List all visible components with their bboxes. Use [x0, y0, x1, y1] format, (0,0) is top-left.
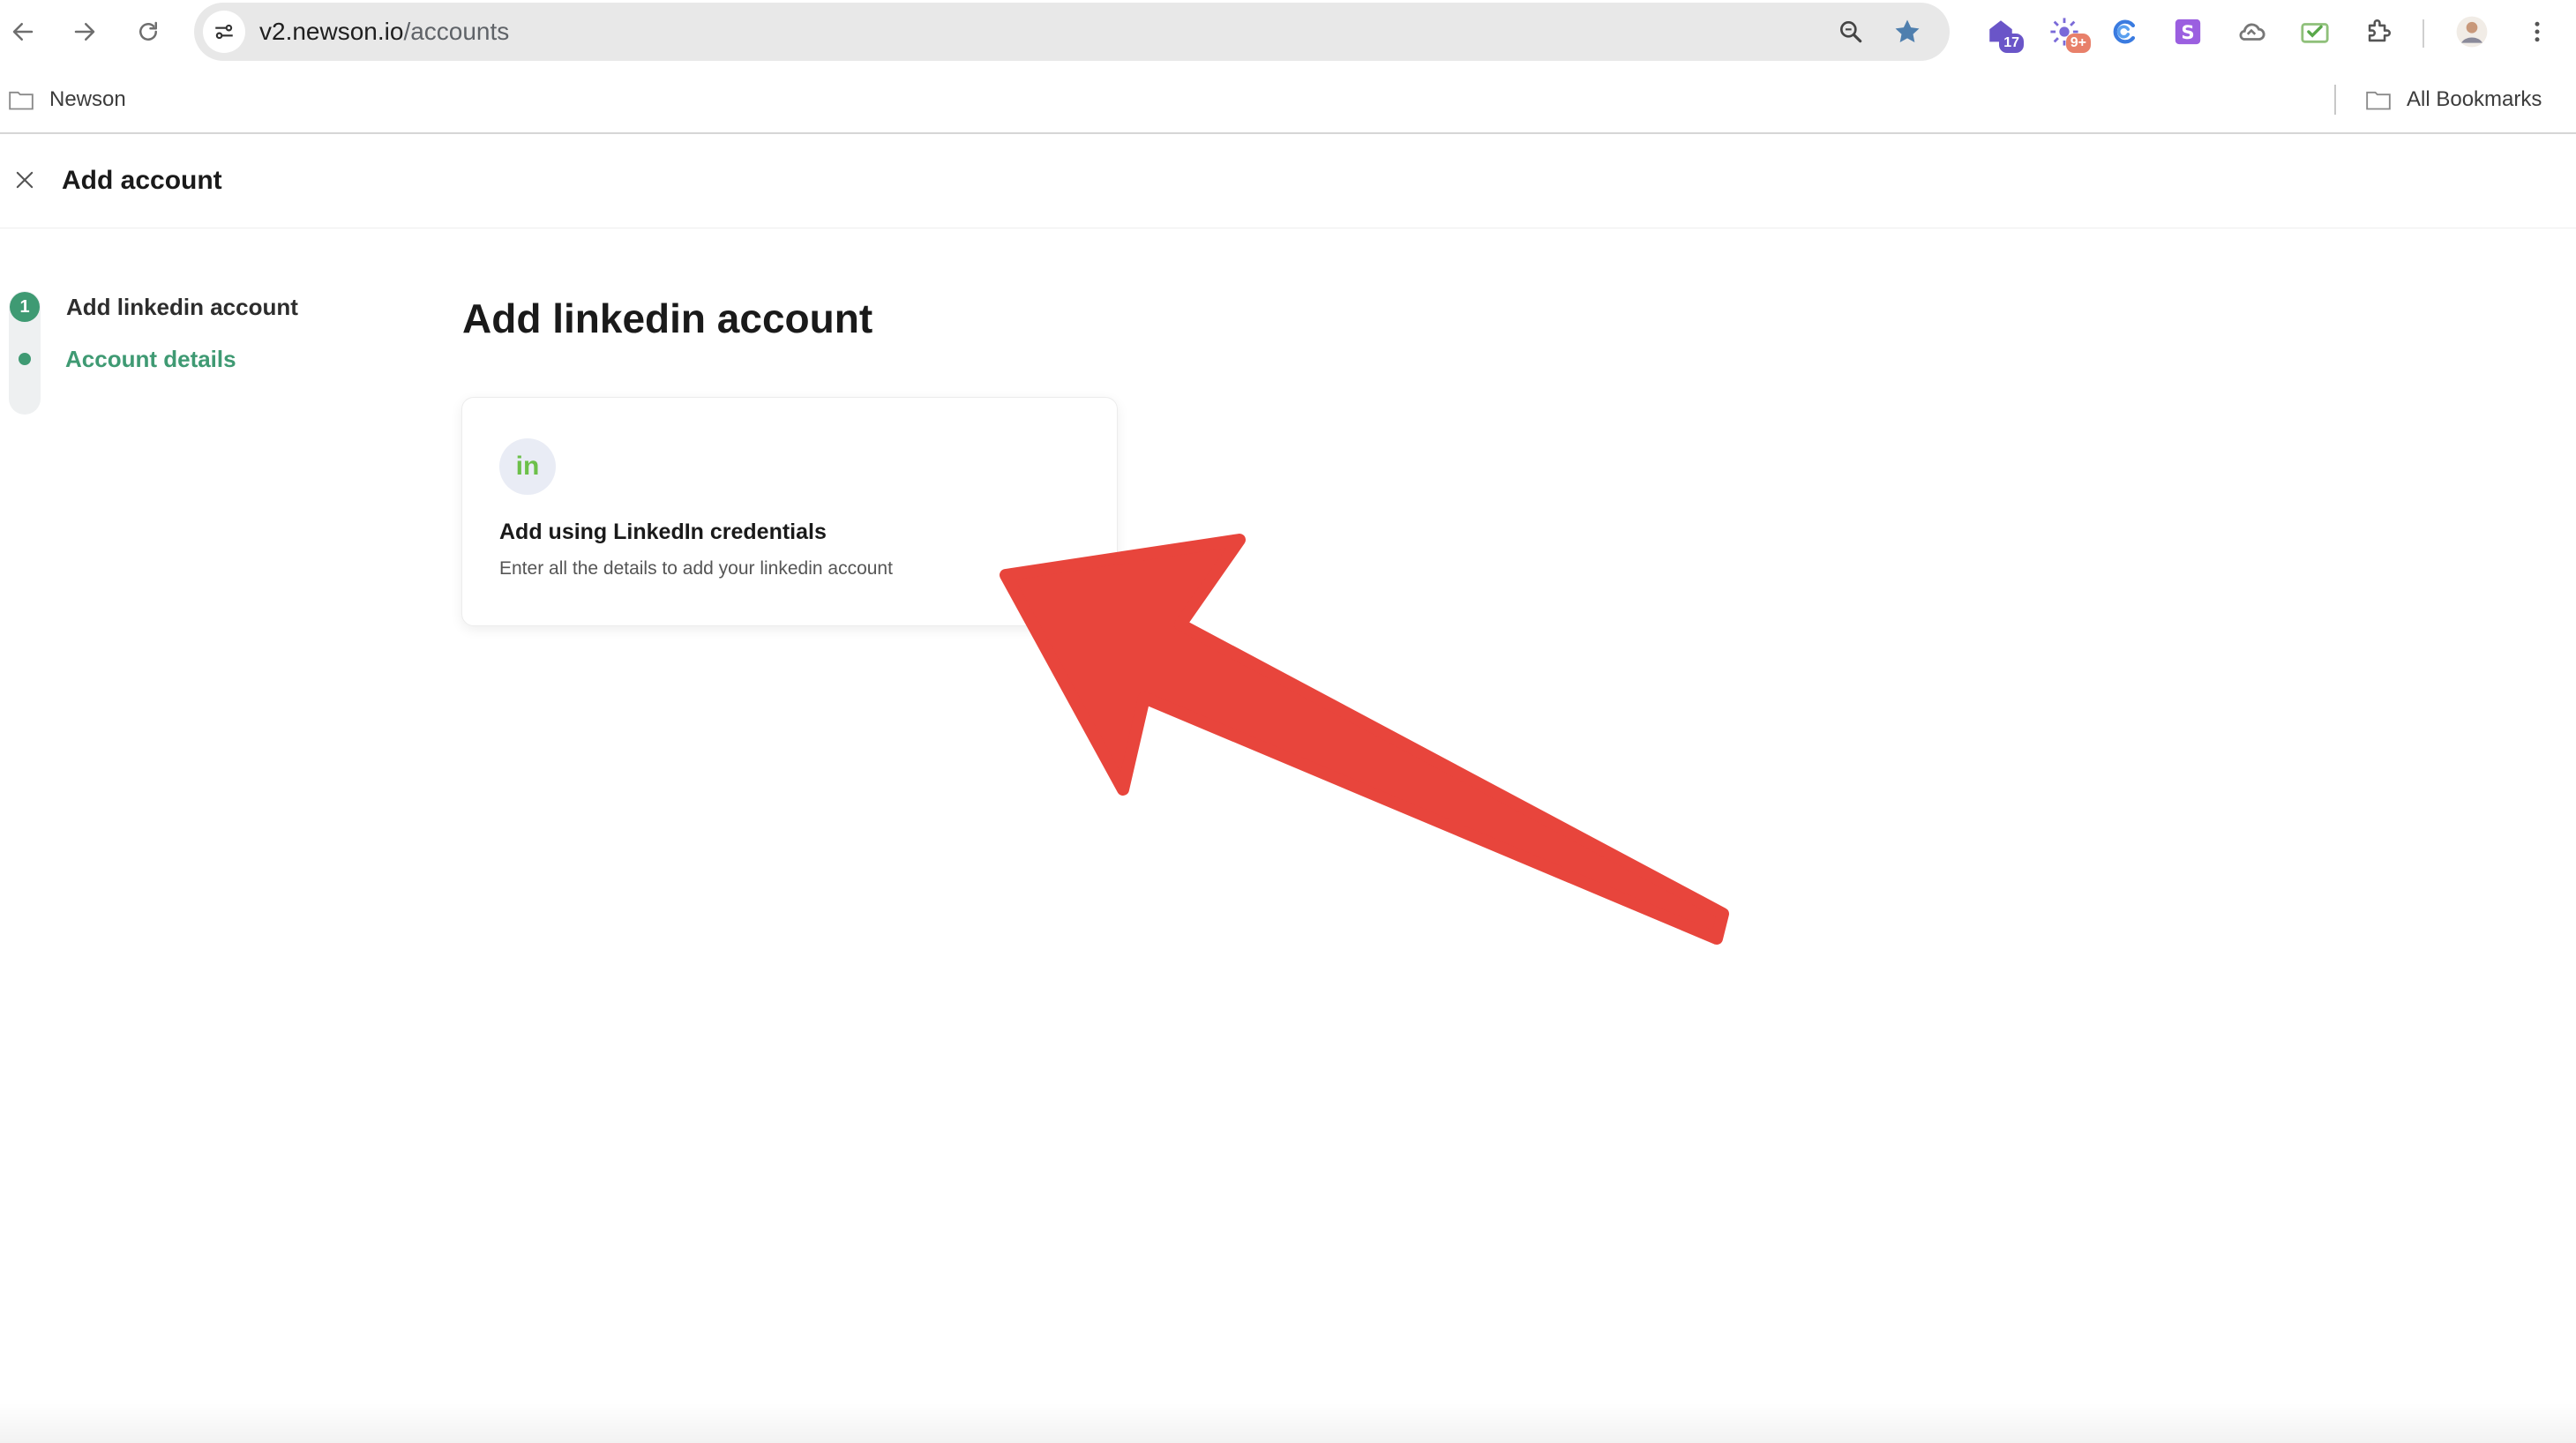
url-path: /accounts	[403, 18, 510, 45]
toolbar-divider	[2422, 19, 2424, 48]
zoom-icon	[1840, 20, 1862, 43]
kebab-menu-icon	[2535, 21, 2540, 42]
url-host: v2.newson.io	[259, 18, 404, 45]
star-icon	[1895, 19, 1920, 43]
reload-icon	[139, 21, 157, 41]
back-arrow-icon	[12, 23, 34, 41]
url-text[interactable]: v2.newson.io/accounts	[259, 3, 509, 61]
linkedin-logo-text: in	[515, 452, 540, 481]
forward-arrow-icon	[74, 23, 95, 41]
cloud-extension-icon[interactable]	[2232, 12, 2271, 51]
s-extension-icon[interactable]: S	[2168, 12, 2207, 51]
section-heading: Add linkedin account	[462, 295, 873, 341]
site-info-button[interactable]	[203, 11, 245, 53]
extensions-puzzle-button[interactable]	[2359, 12, 2398, 51]
mail-check-extension-icon[interactable]	[2295, 12, 2334, 51]
bookmark-star-button[interactable]	[1890, 14, 1925, 49]
close-button[interactable]	[11, 166, 39, 194]
step-dot	[19, 353, 31, 365]
zoom-button[interactable]	[1833, 14, 1868, 49]
folder-icon	[9, 91, 34, 110]
svg-text:S: S	[2181, 22, 2194, 44]
bookmarks-separator	[2334, 85, 2336, 115]
bookmark-folder-label: Newson	[49, 87, 126, 111]
calendar-extension-icon[interactable]: 17	[1981, 12, 2024, 53]
grammar-extension-icon[interactable]	[2105, 12, 2144, 51]
linkedin-credentials-option-card[interactable]: in Add using LinkedIn credentials Enter …	[461, 397, 1118, 626]
all-bookmarks-label: All Bookmarks	[2407, 87, 2542, 111]
option-description: Enter all the details to add your linked…	[499, 558, 893, 579]
puzzle-icon	[2368, 19, 2391, 42]
app-header: Add account	[0, 134, 2576, 228]
browser-toolbar: v2.newson.io/accounts 17 9+ S	[0, 0, 2576, 67]
bookmark-folder-newson[interactable]: Newson	[9, 67, 126, 132]
profile-avatar[interactable]	[2452, 12, 2491, 51]
option-title: Add using LinkedIn credentials	[499, 520, 827, 544]
linkedin-icon: in	[499, 438, 556, 495]
reload-button[interactable]	[129, 14, 168, 49]
step-add-linkedin-account[interactable]: Add linkedin account	[66, 291, 298, 323]
close-icon	[16, 171, 34, 189]
all-bookmarks-button[interactable]: All Bookmarks	[2366, 67, 2542, 132]
browser-menu-button[interactable]	[2518, 12, 2557, 51]
bottom-shadow	[0, 1402, 2576, 1443]
folder-icon	[2366, 91, 2391, 110]
extension-badge: 9+	[2065, 34, 2091, 53]
tune-icon	[215, 24, 233, 40]
sparkle-extension-icon[interactable]: 9+	[2045, 12, 2091, 53]
bookmarks-bar: Newson All Bookmarks	[0, 67, 2576, 134]
address-bar[interactable]: v2.newson.io/accounts	[194, 3, 1950, 61]
page-title: Add account	[62, 166, 222, 195]
extension-badge: 17	[1999, 34, 2024, 53]
forward-button[interactable]	[65, 14, 104, 49]
avatar-icon	[2456, 16, 2488, 48]
step-number-badge: 1	[10, 292, 40, 322]
back-button[interactable]	[4, 14, 42, 49]
step-account-details[interactable]: Account details	[65, 343, 236, 375]
